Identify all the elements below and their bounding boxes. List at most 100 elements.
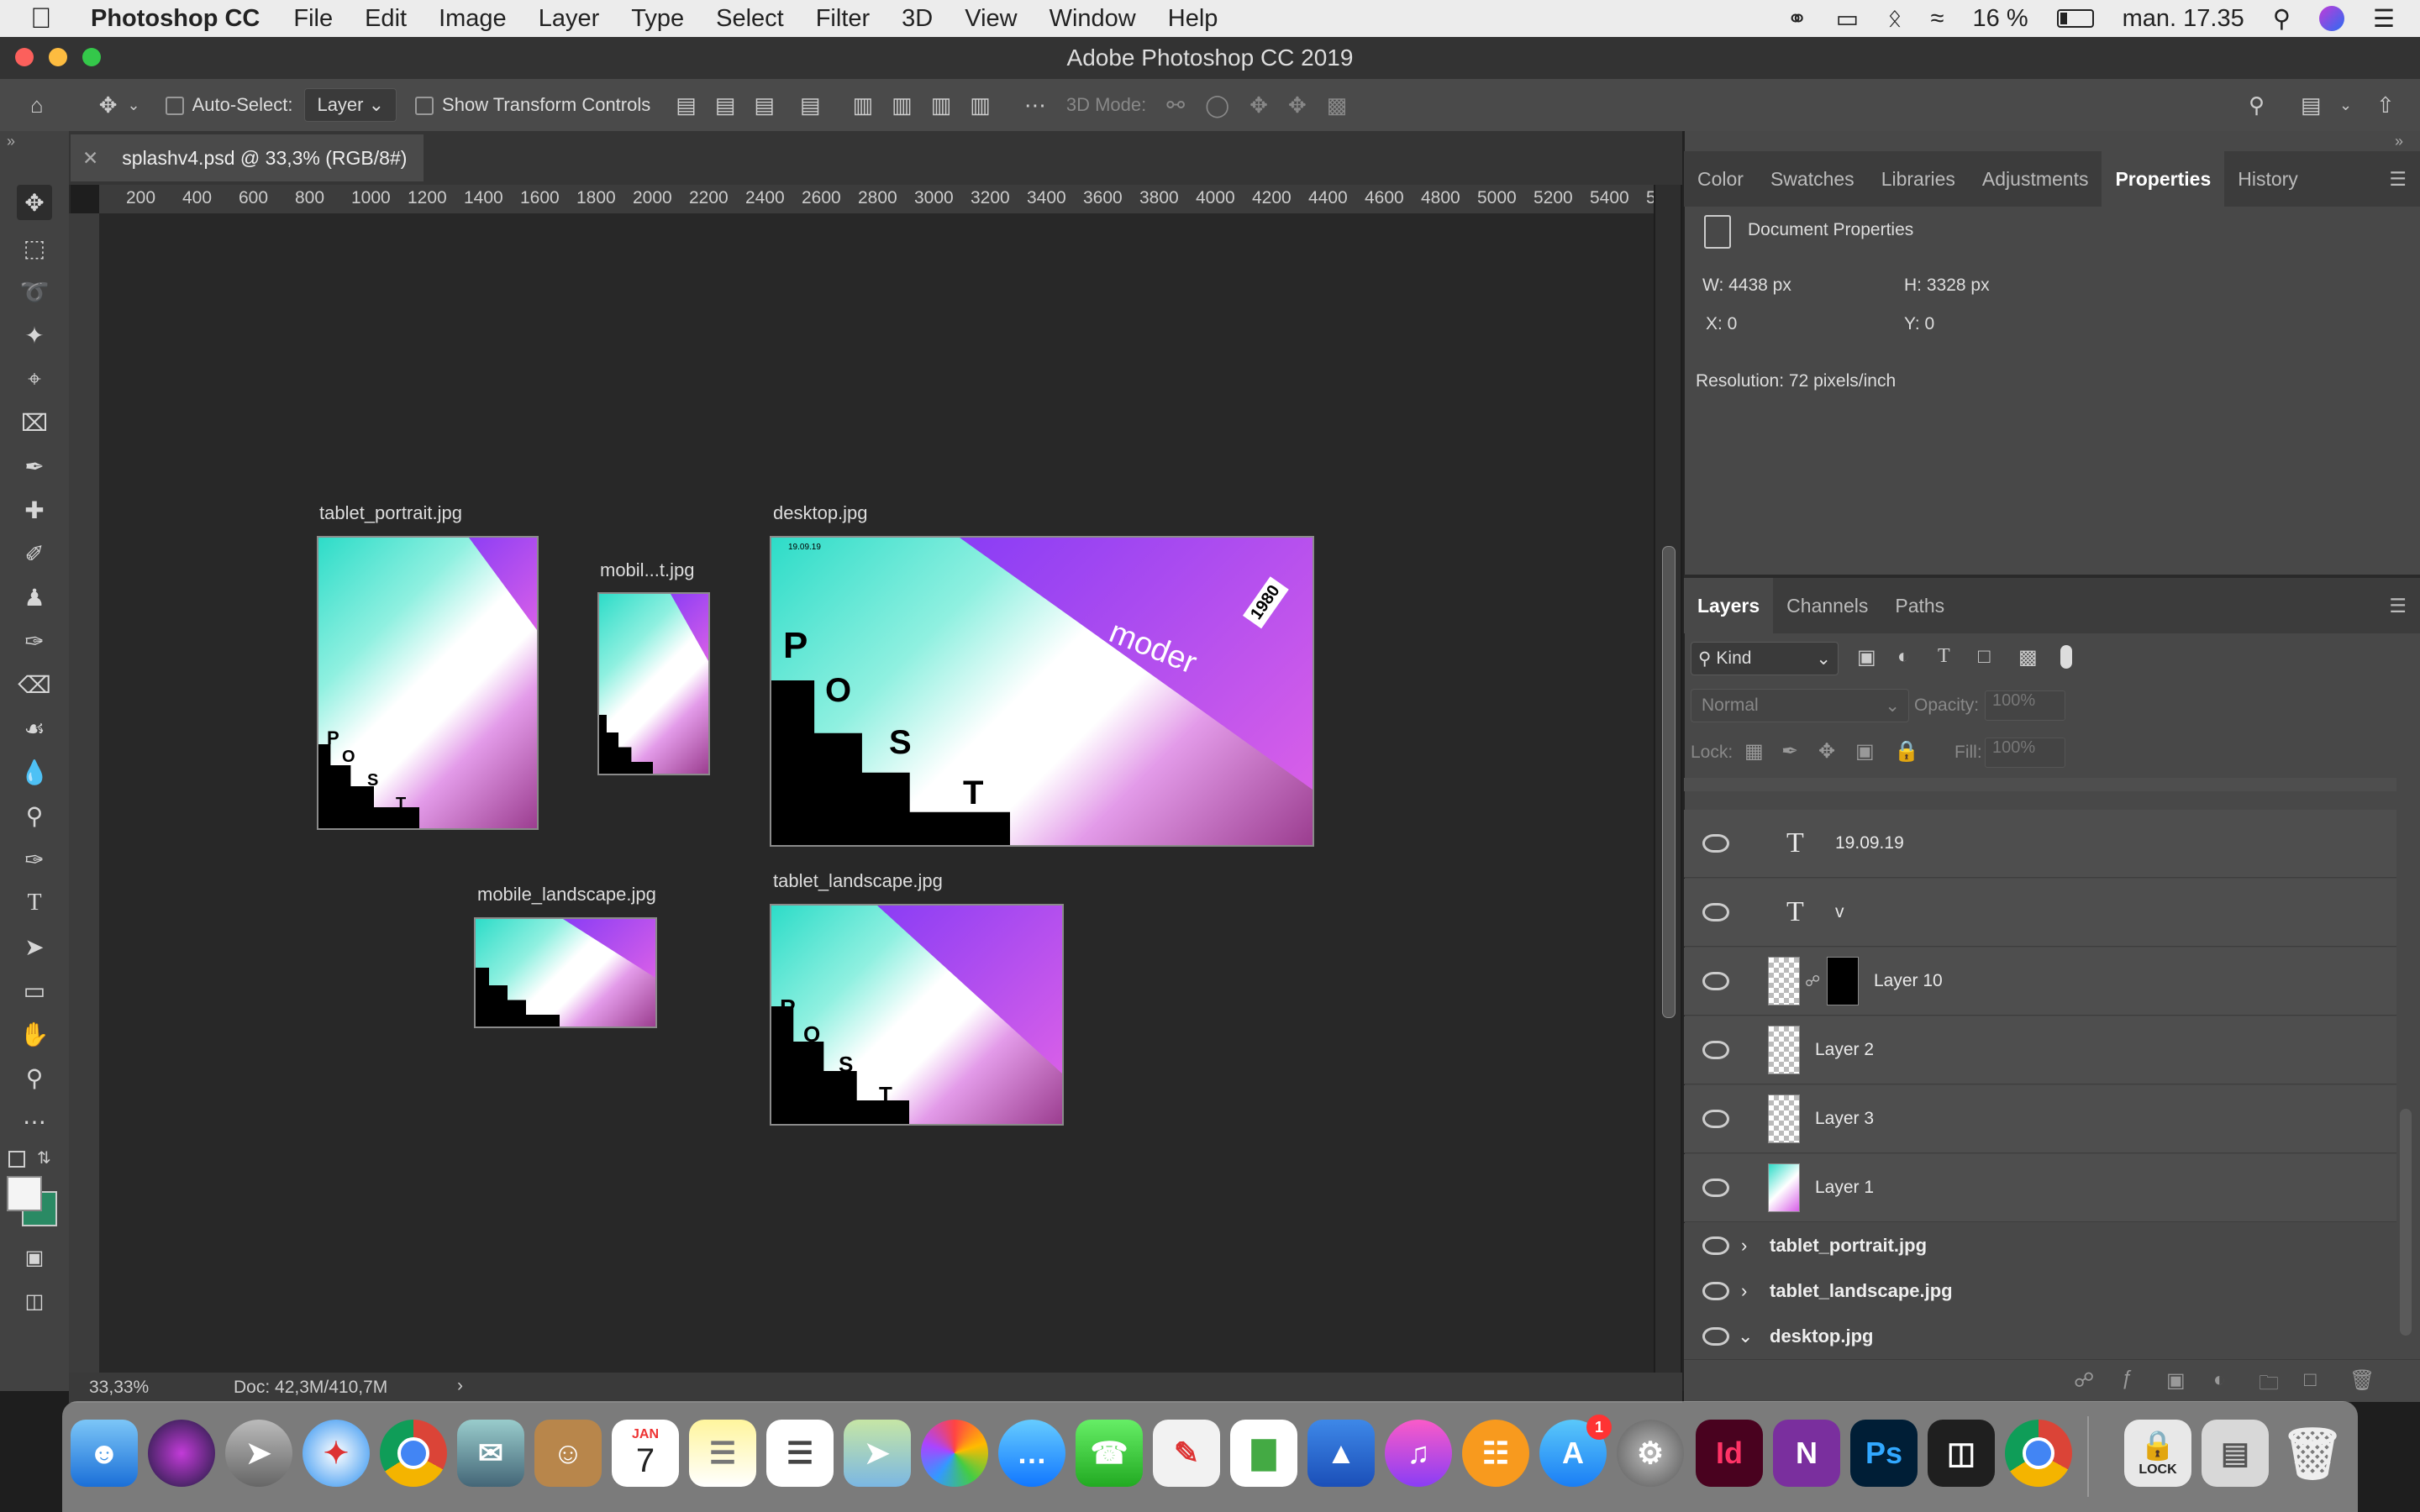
airplay-icon[interactable]: ▭: [1836, 4, 1859, 34]
layer-filter-dropdown[interactable]: ⚲ Kind ⌄: [1691, 642, 1839, 675]
healing-brush-icon[interactable]: ✚: [17, 492, 52, 528]
marquee-tool-icon[interactable]: ⬚: [17, 230, 52, 265]
artboard-tablet-landscape[interactable]: P O S T: [770, 904, 1064, 1126]
home-icon[interactable]: ⌂: [30, 92, 44, 118]
align-middle-icon[interactable]: ▥: [892, 92, 913, 118]
quick-mask-icon[interactable]: ▣: [17, 1240, 52, 1275]
menu-file[interactable]: File: [293, 5, 333, 33]
visibility-eye-icon[interactable]: [1702, 1282, 1729, 1300]
spotlight-search-icon[interactable]: ⚲: [2273, 4, 2291, 34]
align-right-icon[interactable]: ▤: [754, 92, 775, 118]
zoom-level[interactable]: 33,33%: [89, 1378, 149, 1398]
layer-name[interactable]: 19.09.19: [1835, 833, 1904, 853]
layer-name[interactable]: Layer 2: [1815, 1040, 1874, 1060]
align-left-icon[interactable]: ▤: [676, 92, 697, 118]
menu-help[interactable]: Help: [1168, 5, 1218, 33]
close-tab-icon[interactable]: ✕: [82, 147, 98, 170]
tab-swatches[interactable]: Swatches: [1757, 151, 1868, 207]
layer-group-row[interactable]: › tablet_portrait.jpg: [1684, 1223, 2396, 1268]
frame-tool-icon[interactable]: ⌧: [17, 405, 52, 440]
menu-filter[interactable]: Filter: [816, 5, 870, 33]
finder-icon[interactable]: ☻: [71, 1420, 138, 1487]
artboard-tablet-portrait[interactable]: P O S T: [317, 536, 539, 830]
tab-properties[interactable]: Properties: [2102, 151, 2225, 207]
layer-row[interactable]: T 19.09.19: [1684, 810, 2396, 878]
eraser-icon[interactable]: ⌫: [17, 667, 52, 702]
property-width[interactable]: W: 4438 px: [1702, 276, 1791, 296]
messages-icon[interactable]: …: [998, 1420, 1065, 1487]
chevron-right-icon[interactable]: ›: [1741, 1280, 1747, 1302]
align-bottom-icon[interactable]: ▥: [931, 92, 952, 118]
contacts-icon[interactable]: ☺: [534, 1420, 602, 1487]
indesign-icon[interactable]: Id: [1696, 1420, 1763, 1487]
layer-row[interactable]: ☍ Layer 10: [1684, 948, 2396, 1016]
window-manager-icon[interactable]: ◫: [1928, 1420, 1995, 1487]
visibility-eye-icon[interactable]: [1702, 903, 1729, 921]
layer-style-icon[interactable]: ƒ: [2121, 1367, 2132, 1390]
document-tab[interactable]: ✕ splashv4.psd @ 33,3% (RGB/8#): [71, 134, 424, 181]
new-layer-icon[interactable]: □: [2304, 1368, 2317, 1392]
3d-pan-icon[interactable]: ✥: [1249, 92, 1268, 118]
calendar-icon[interactable]: JAN 7: [612, 1420, 679, 1487]
lock-image-icon[interactable]: ✒: [1781, 739, 1798, 764]
layer-row[interactable]: T v: [1684, 879, 2396, 947]
move-tool-icon[interactable]: ✥: [99, 92, 118, 118]
auto-select-dropdown[interactable]: Layer ⌄: [304, 88, 397, 122]
battery-icon[interactable]: [2056, 9, 2094, 28]
auto-select-checkbox[interactable]: [165, 94, 192, 116]
launchpad-icon[interactable]: ➤: [225, 1420, 292, 1487]
new-adjustment-icon[interactable]: ◐: [2213, 1368, 2226, 1392]
vertical-scroll-thumb[interactable]: [1662, 546, 1676, 1018]
facetime-icon[interactable]: ☎: [1076, 1420, 1143, 1487]
menu-view[interactable]: View: [965, 5, 1017, 33]
property-height[interactable]: H: 3328 px: [1904, 276, 1990, 296]
layer-group-row[interactable]: › tablet_landscape.jpg: [1684, 1268, 2396, 1314]
menu-3d[interactable]: 3D: [902, 5, 933, 33]
tab-libraries[interactable]: Libraries: [1868, 151, 1969, 207]
vertical-scrollbar[interactable]: [1655, 185, 1681, 1373]
group-name[interactable]: desktop.jpg: [1770, 1326, 1873, 1347]
share-icon[interactable]: ⇧: [2376, 92, 2395, 118]
link-layers-icon[interactable]: ☍: [2074, 1368, 2094, 1393]
more-tools-icon[interactable]: ⋯: [17, 1104, 52, 1139]
numbers-icon[interactable]: ▇: [1230, 1420, 1297, 1487]
visibility-eye-icon[interactable]: [1702, 1327, 1729, 1346]
add-mask-icon[interactable]: ▣: [2166, 1368, 2186, 1393]
lock-screen-icon[interactable]: 🔒 LOCK: [2124, 1420, 2191, 1487]
tab-color[interactable]: Color: [1684, 151, 1757, 207]
artboard-label-mobile-portrait[interactable]: mobil...t.jpg: [600, 559, 695, 581]
new-group-icon[interactable]: 🗀: [2259, 1368, 2279, 1403]
artboard-label-tablet-portrait[interactable]: tablet_portrait.jpg: [319, 502, 462, 524]
foreground-color-swatch[interactable]: [7, 1176, 42, 1211]
visibility-eye-icon[interactable]: [1702, 972, 1729, 990]
tab-channels[interactable]: Channels: [1773, 578, 1881, 633]
reminders-icon[interactable]: ☰: [766, 1420, 834, 1487]
menu-type[interactable]: Type: [631, 5, 684, 33]
workspace-icon[interactable]: ▤: [2301, 92, 2322, 118]
screen-mode-icon[interactable]: ◫: [17, 1284, 52, 1319]
artboard-label-mobile-landscape[interactable]: mobile_landscape.jpg: [477, 884, 656, 906]
keynote-icon[interactable]: ▲: [1307, 1420, 1375, 1487]
minimize-window-button[interactable]: [49, 48, 67, 66]
show-transform-checkbox[interactable]: [415, 94, 442, 116]
opacity-input[interactable]: 100%: [1985, 690, 2065, 721]
tab-adjustments[interactable]: Adjustments: [1969, 151, 2102, 207]
apple-icon[interactable]: : [30, 3, 64, 35]
visibility-eye-icon[interactable]: [1702, 834, 1729, 853]
clock[interactable]: man. 17.35: [2123, 5, 2244, 33]
chrome-icon[interactable]: [2005, 1420, 2072, 1487]
mask-link-icon[interactable]: ☍: [1805, 973, 1820, 990]
3d-roll-icon[interactable]: ◯: [1205, 92, 1229, 118]
search-icon[interactable]: ⚲: [2249, 92, 2265, 118]
rectangle-tool-icon[interactable]: ▭: [17, 973, 52, 1008]
clone-stamp-icon[interactable]: ♟: [17, 580, 52, 615]
artboard-label-desktop[interactable]: desktop.jpg: [773, 502, 868, 524]
layer-name[interactable]: Layer 3: [1815, 1109, 1874, 1129]
collapse-panels-icon[interactable]: »: [7, 133, 15, 150]
default-colors-icon[interactable]: [8, 1151, 25, 1168]
filter-toggle-icon[interactable]: [2060, 645, 2072, 669]
filter-smart-object-icon[interactable]: ▩: [2018, 645, 2038, 669]
music-icon[interactable]: ♫: [1385, 1420, 1452, 1487]
dodge-tool-icon[interactable]: ⚲: [17, 798, 52, 833]
group-name[interactable]: tablet_portrait.jpg: [1770, 1235, 1927, 1257]
